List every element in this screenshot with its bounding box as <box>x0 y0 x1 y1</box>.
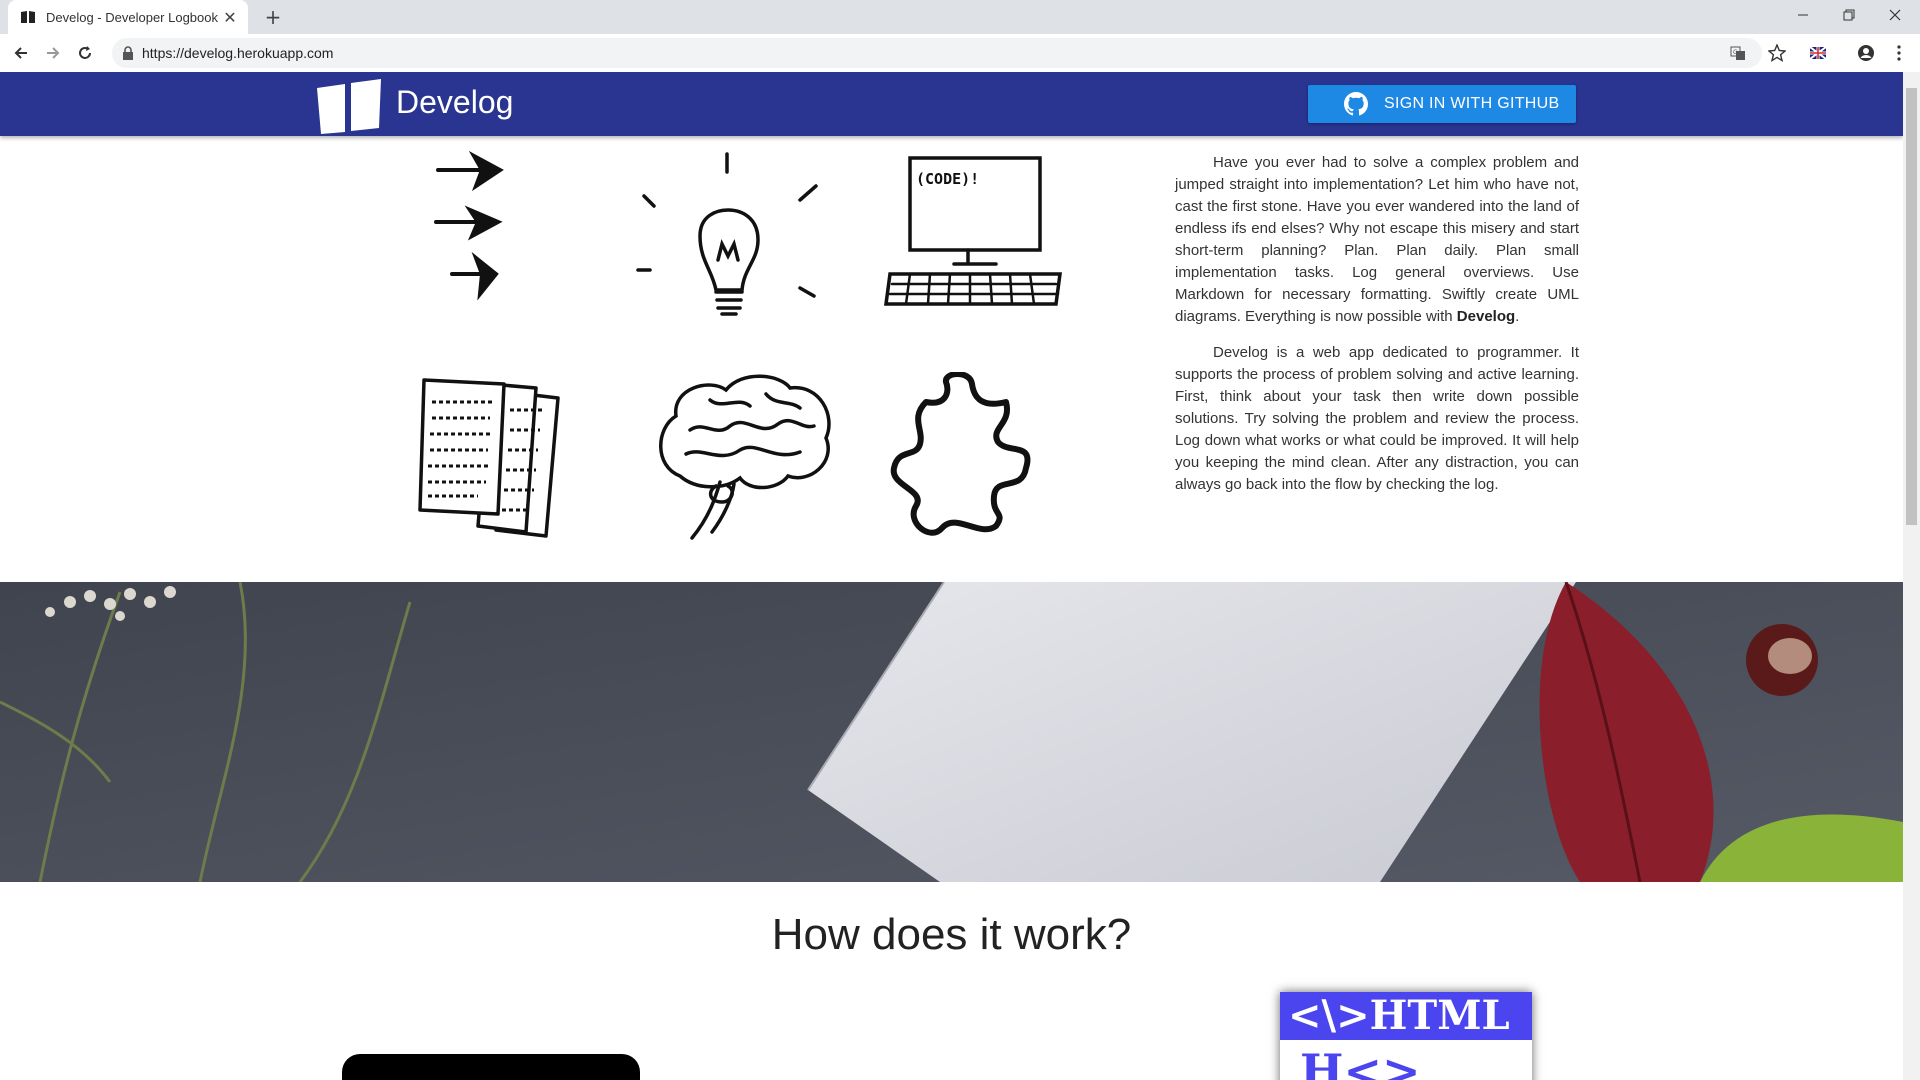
browser-toolbar: https://develog.herokuapp.com G <box>0 34 1920 73</box>
develog-logo-icon[interactable] <box>315 78 385 136</box>
site-navbar: Develog SIGN IN WITH GITHUB <box>0 72 1903 136</box>
code-label: (CODE)! <box>916 170 979 188</box>
puzzle-piece-sketch-icon <box>890 372 1031 536</box>
scrollbar-thumb[interactable] <box>1906 88 1917 525</box>
hero-banner-image <box>0 582 1903 882</box>
svg-text:G: G <box>1733 49 1738 56</box>
brand-name[interactable]: Develog <box>396 84 513 121</box>
minimize-window-button[interactable] <box>1780 0 1826 30</box>
extension-button[interactable] <box>1807 42 1829 64</box>
html-card-body: H<> <box>1300 1044 1421 1080</box>
browser-tab[interactable]: Develog - Developer Logbook ✕ <box>8 0 248 34</box>
flag-extension-icon <box>1810 47 1826 59</box>
reload-icon <box>79 46 91 59</box>
forward-button[interactable] <box>41 41 65 65</box>
intro-paragraph-1: Have you ever had to solve a complex pro… <box>1175 154 1579 325</box>
back-button[interactable] <box>9 41 33 65</box>
github-button-label: SIGN IN WITH GITHUB <box>1384 95 1560 112</box>
how-it-works-title: How does it work? <box>771 910 1132 959</box>
intro-paragraph-2: Develog is a web app dedicated to progra… <box>1175 344 1579 493</box>
html-card-illustration: <\>HTML H<> <box>1280 992 1532 1080</box>
github-icon <box>1344 92 1368 116</box>
lightbulb-sketch-icon <box>636 152 818 316</box>
page-viewport: Develog SIGN IN WITH GITHUB (CODE)! Have… <box>0 72 1903 1080</box>
intro-brand-strong: Develog <box>1456 308 1516 325</box>
translate-icon[interactable]: G <box>1730 45 1746 61</box>
restore-window-button[interactable] <box>1826 0 1872 30</box>
brain-sketch-icon <box>659 374 831 540</box>
account-icon <box>1858 45 1874 61</box>
html-card-head: <\>HTML <box>1280 992 1532 1040</box>
sign-in-with-github-button[interactable]: SIGN IN WITH GITHUB <box>1308 85 1576 123</box>
black-device-illustration <box>342 1054 640 1080</box>
close-window-icon <box>1889 9 1901 21</box>
arrows-sketch-icon <box>434 150 504 301</box>
lock-icon <box>123 46 133 60</box>
computer-code-sketch-icon: (CODE)! <box>884 156 1062 306</box>
minimize-icon <box>1798 14 1808 16</box>
develog-favicon-icon <box>21 11 35 23</box>
tab-title: Develog - Developer Logbook <box>46 9 218 25</box>
documents-sketch-icon <box>418 378 560 538</box>
kebab-menu-icon <box>1897 45 1901 61</box>
close-window-button[interactable] <box>1872 0 1918 30</box>
bookmark-star-button[interactable] <box>1766 42 1788 64</box>
forward-arrow-icon <box>47 47 60 59</box>
intro-text: Have you ever had to solve a complex pro… <box>1175 152 1579 510</box>
browser-menu-button[interactable] <box>1888 42 1910 64</box>
profile-button[interactable] <box>1855 42 1877 64</box>
restore-icon <box>1843 9 1855 21</box>
back-arrow-icon <box>14 47 27 59</box>
address-bar[interactable]: https://develog.herokuapp.com G <box>112 38 1762 68</box>
reload-button[interactable] <box>73 41 97 65</box>
new-tab-button[interactable]: + <box>262 6 284 28</box>
url-text: https://develog.herokuapp.com <box>142 45 334 61</box>
browser-tab-bar: Develog - Developer Logbook ✕ + <box>0 0 1920 34</box>
star-icon <box>1768 44 1786 62</box>
tab-close-icon[interactable]: ✕ <box>220 7 240 27</box>
